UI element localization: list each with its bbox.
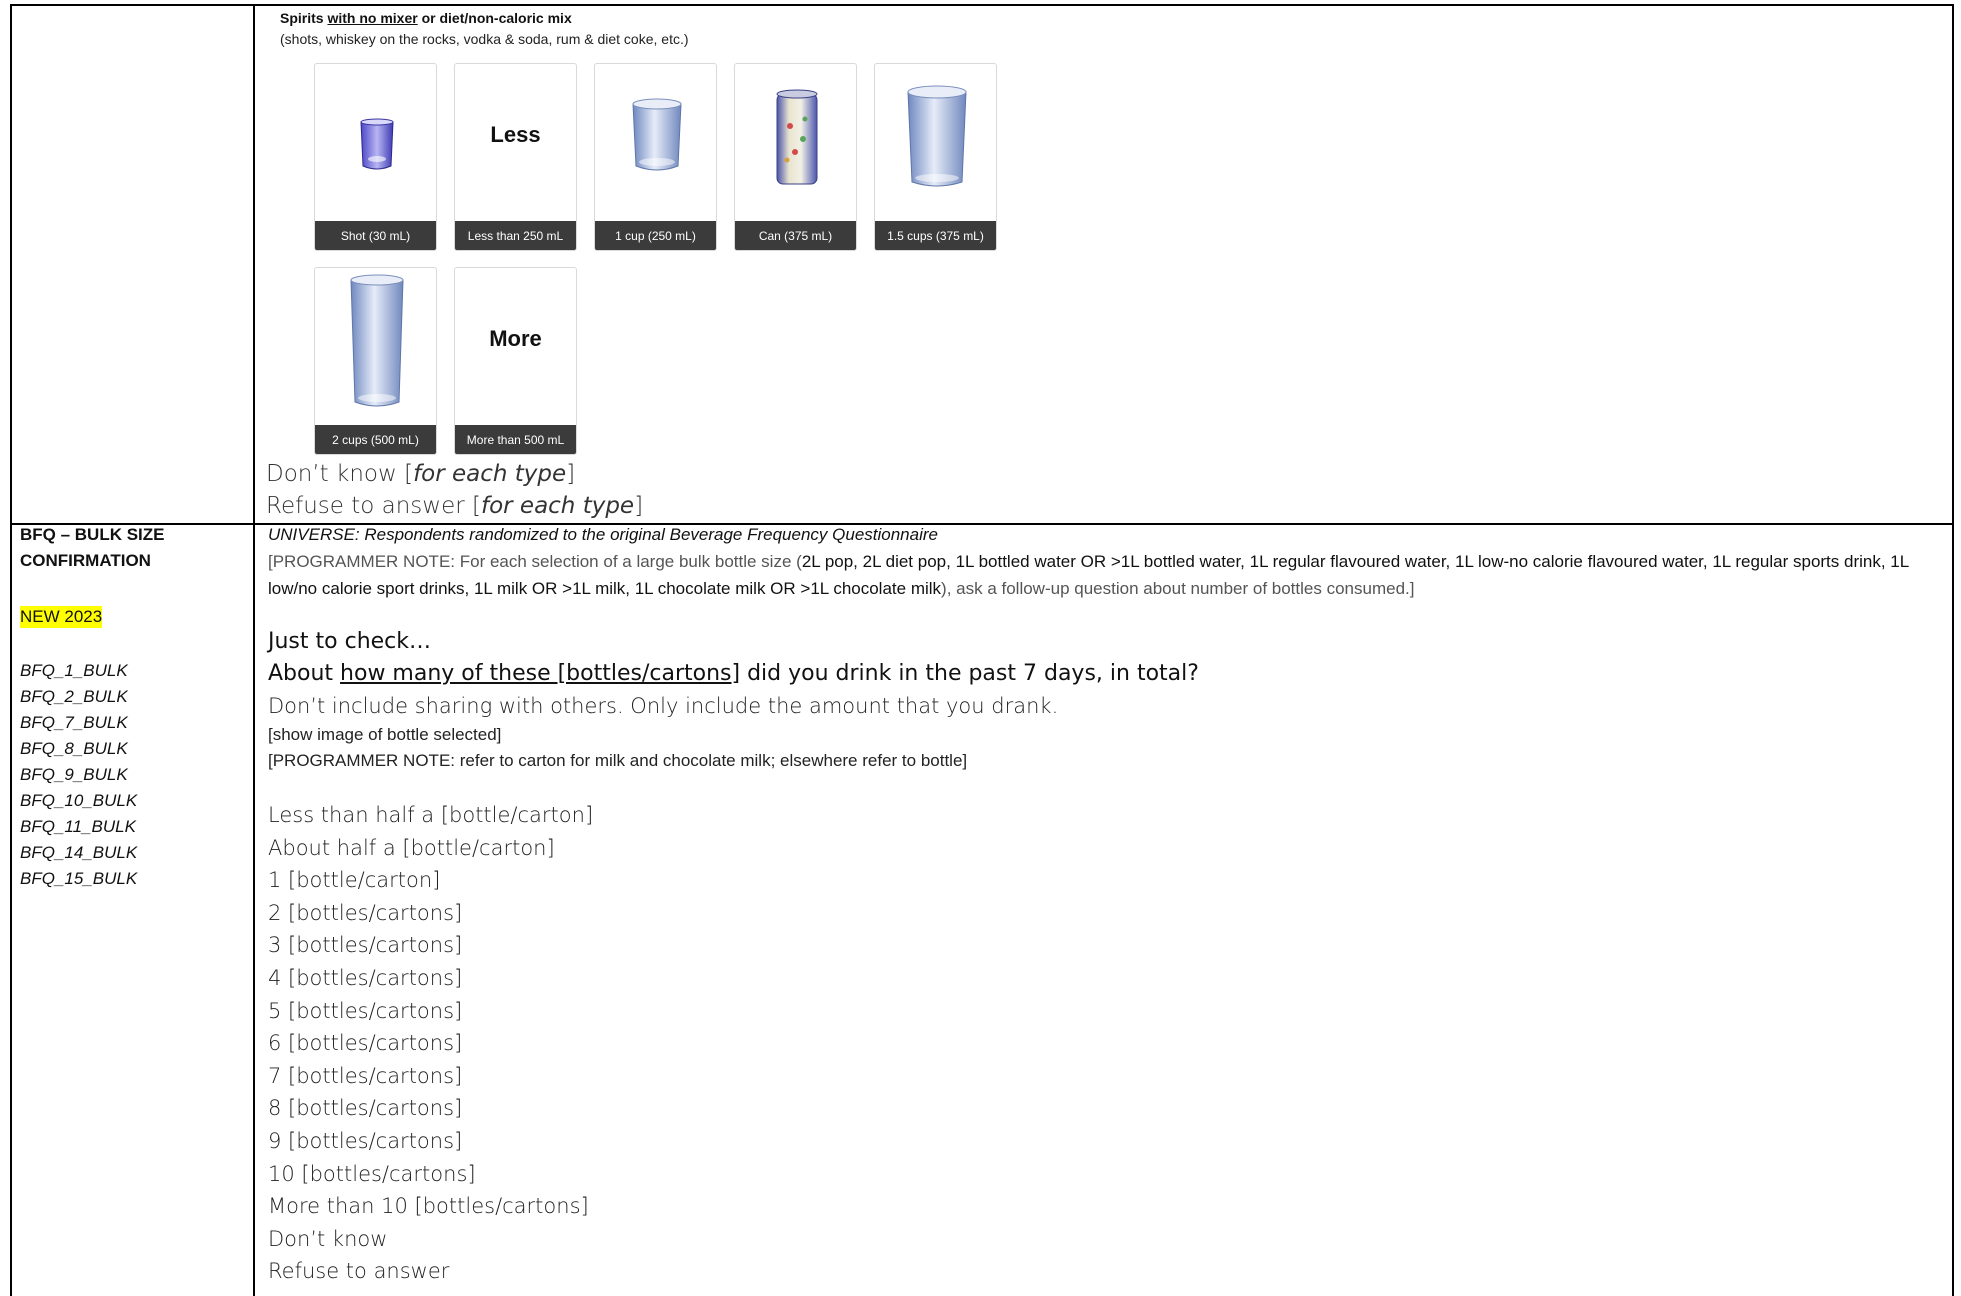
answer-option[interactable]: Refuse to answer: [268, 1255, 1948, 1288]
answer-option[interactable]: More than 10 [bottles/cartons]: [268, 1190, 1948, 1223]
answer-option[interactable]: 1 [bottle/carton]: [268, 864, 1948, 897]
variable-codes: BFQ_1_BULK BFQ_2_BULK BFQ_7_BULK BFQ_8_B…: [20, 658, 235, 892]
programmer-note: [PROGRAMMER NOTE: For each selection of …: [268, 552, 1909, 598]
variable-code: BFQ_7_BULK: [20, 713, 128, 732]
variable-code: BFQ_9_BULK: [20, 765, 128, 784]
answer-option[interactable]: 4 [bottles/cartons]: [268, 962, 1948, 995]
spirits-subtitle: (shots, whiskey on the rocks, vodka & so…: [280, 31, 689, 47]
card-caption: 2 cups (500 mL): [315, 425, 436, 454]
answer-option[interactable]: 5 [bottles/cartons]: [268, 995, 1948, 1028]
variable-code: BFQ_1_BULK: [20, 661, 128, 680]
column-divider: [253, 6, 255, 1296]
card-caption: Shot (30 mL): [315, 221, 436, 250]
answer-option[interactable]: Less than half a [bottle/carton]: [268, 799, 1948, 832]
size-option-less[interactable]: Less Less than 250 mL: [454, 63, 577, 251]
variable-code: BFQ_11_BULK: [20, 817, 136, 836]
card-caption: 1 cup (250 mL): [595, 221, 716, 250]
shot-glass-icon: [360, 118, 394, 170]
size-option-2-cups[interactable]: 2 cups (500 mL): [314, 267, 437, 455]
section-label-column: BFQ – BULK SIZE CONFIRMATION NEW 2023 BF…: [20, 522, 235, 892]
question-content: UNIVERSE: Respondents randomized to the …: [268, 522, 1948, 1288]
tall-glass-icon: [350, 274, 404, 407]
size-option-more[interactable]: More More than 500 mL: [454, 267, 577, 455]
spirits-title: Spirits with no mixer or diet/non-calori…: [280, 10, 572, 26]
answer-option[interactable]: 2 [bottles/cartons]: [268, 897, 1948, 930]
refuse-option[interactable]: Refuse to answer [for each type]: [266, 493, 643, 519]
variable-code: BFQ_2_BULK: [20, 687, 128, 706]
card-caption: 1.5 cups (375 mL): [875, 221, 996, 250]
question-intro: Just to check…: [268, 629, 432, 654]
card-caption: Can (375 mL): [735, 221, 856, 250]
answer-option[interactable]: 6 [bottles/cartons]: [268, 1027, 1948, 1060]
medium-cup-icon: [907, 85, 967, 187]
show-image-note: [show image of bottle selected]: [268, 725, 502, 744]
question-text: About how many of these [bottles/cartons…: [268, 661, 1199, 686]
size-option-can[interactable]: Can (375 mL): [734, 63, 857, 251]
question-instruction: Don’t include sharing with others. Only …: [268, 694, 1059, 718]
variable-code: BFQ_15_BULK: [20, 869, 138, 888]
more-label: More: [489, 326, 542, 351]
can-icon: [776, 89, 818, 185]
answer-option[interactable]: Don’t know: [268, 1223, 1948, 1256]
answer-option[interactable]: 8 [bottles/cartons]: [268, 1092, 1948, 1125]
answer-option[interactable]: About half a [bottle/carton]: [268, 832, 1948, 865]
dont-know-option[interactable]: Don’t know [for each type]: [266, 461, 575, 487]
variable-code: BFQ_14_BULK: [20, 843, 138, 862]
universe-note: UNIVERSE: Respondents randomized to the …: [268, 525, 938, 544]
variable-code: BFQ_10_BULK: [20, 791, 138, 810]
section-title: BFQ – BULK SIZE CONFIRMATION: [20, 525, 165, 570]
size-option-1-cup[interactable]: 1 cup (250 mL): [594, 63, 717, 251]
less-label: Less: [490, 122, 541, 147]
programmer-note-2: [PROGRAMMER NOTE: refer to carton for mi…: [268, 751, 968, 770]
answer-option[interactable]: 9 [bottles/cartons]: [268, 1125, 1948, 1158]
variable-code: BFQ_8_BULK: [20, 739, 128, 758]
size-option-shot[interactable]: Shot (30 mL): [314, 63, 437, 251]
new-badge: NEW 2023: [20, 606, 103, 628]
card-caption: Less than 250 mL: [455, 221, 576, 250]
size-option-1-5-cups[interactable]: 1.5 cups (375 mL): [874, 63, 997, 251]
answer-option[interactable]: 10 [bottles/cartons]: [268, 1158, 1948, 1191]
answer-option[interactable]: 3 [bottles/cartons]: [268, 929, 1948, 962]
answer-options: Less than half a [bottle/carton] About h…: [268, 799, 1948, 1288]
small-cup-icon: [632, 98, 682, 171]
answer-option[interactable]: 7 [bottles/cartons]: [268, 1060, 1948, 1093]
card-caption: More than 500 mL: [455, 425, 576, 454]
